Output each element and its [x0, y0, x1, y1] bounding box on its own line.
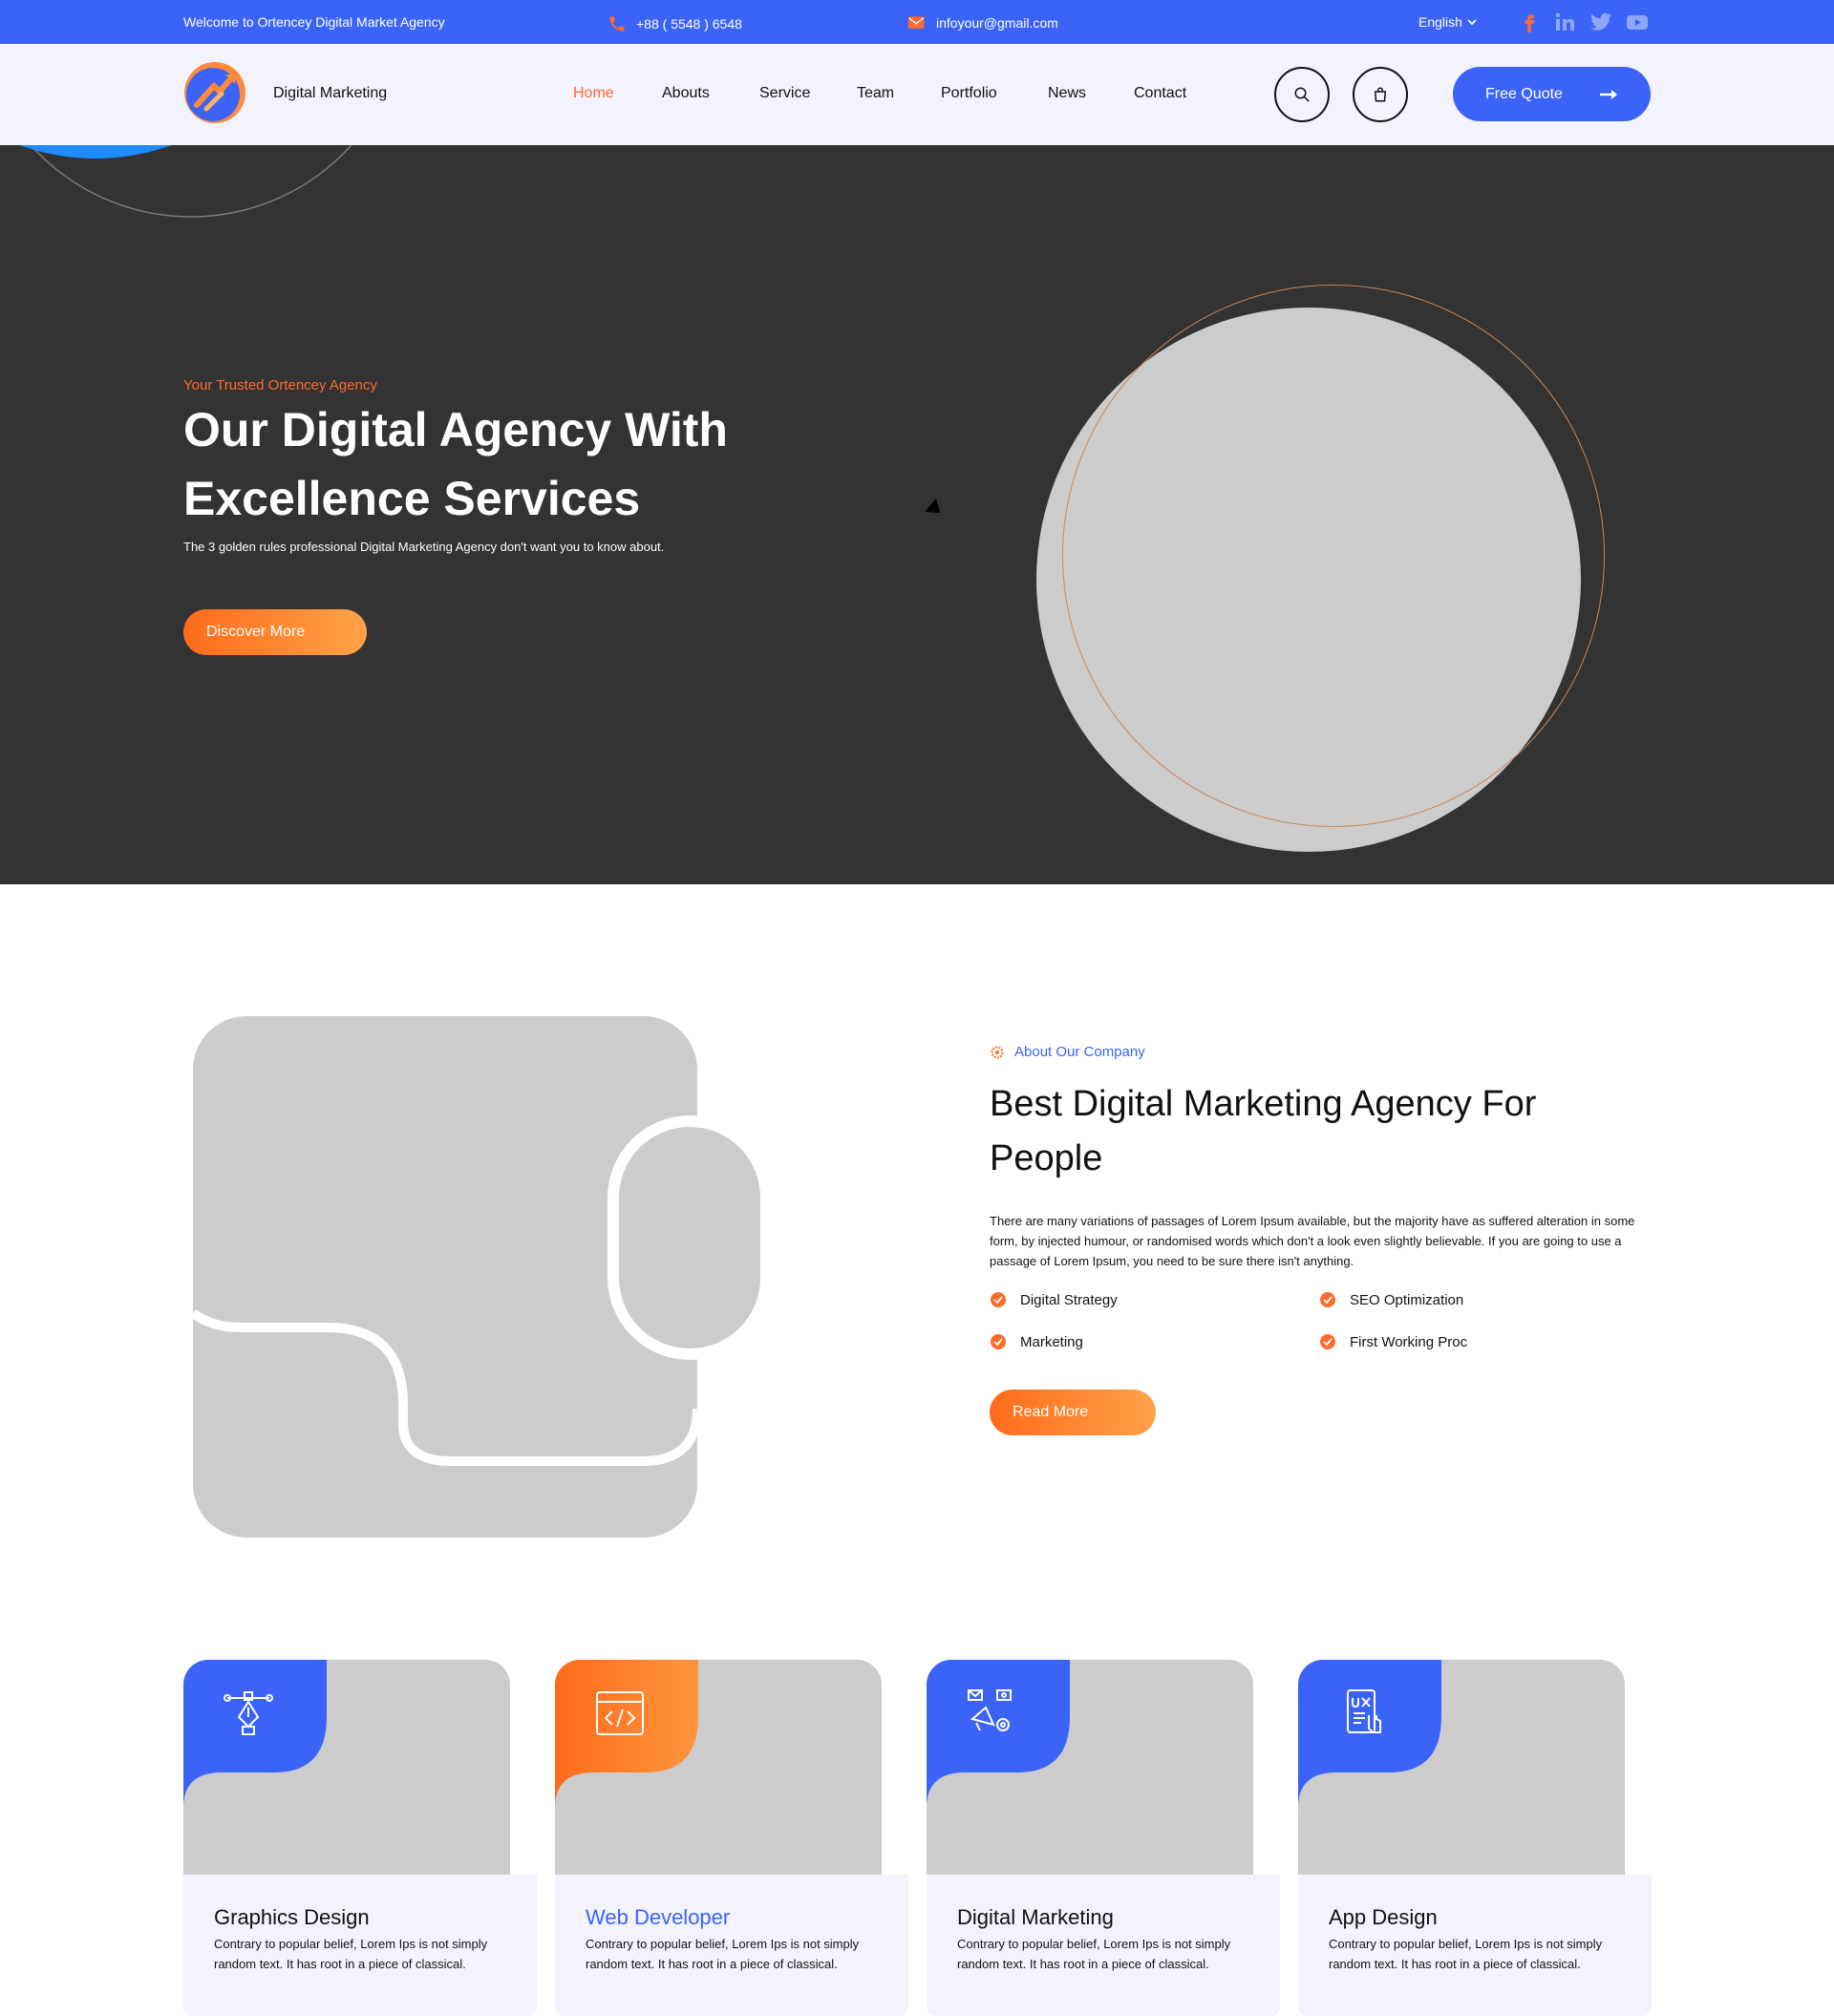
free-quote-button[interactable]: Free Quote — [1453, 67, 1651, 121]
pen-tool-icon — [224, 1691, 273, 1735]
check-circle-icon — [991, 1292, 1006, 1307]
youtube-icon[interactable] — [1626, 11, 1649, 33]
service-card[interactable]: Web Developer Contrary to popular belief… — [555, 1660, 908, 2016]
nav-contact[interactable]: Contact — [1134, 85, 1186, 102]
hero-title-line1: Our Digital Agency With — [183, 403, 728, 456]
feature-item: SEO Optimization — [1319, 1291, 1463, 1308]
service-title[interactable]: Web Developer — [586, 1905, 730, 1930]
twitter-icon[interactable] — [1589, 11, 1612, 33]
free-quote-label: Free Quote — [1485, 85, 1563, 102]
phone-icon — [609, 16, 625, 32]
about-subtitle: About Our Company — [990, 1044, 1145, 1060]
feature-item: First Working Proc — [1319, 1333, 1467, 1350]
facebook-icon[interactable] — [1519, 11, 1540, 33]
top-info-bar: Welcome to Ortencey Digital Market Agenc… — [0, 0, 1834, 44]
service-card[interactable]: Graphics Design Contrary to popular beli… — [183, 1660, 537, 2016]
social-links — [1519, 11, 1649, 33]
hero-title: Our Digital Agency With Excellence Servi… — [183, 395, 852, 533]
nav-team[interactable]: Team — [857, 85, 894, 102]
nav-home[interactable]: Home — [573, 85, 614, 102]
service-title[interactable]: Graphics Design — [214, 1905, 370, 1930]
shopping-bag-icon — [1374, 87, 1387, 102]
service-card-body: Digital Marketing Contrary to popular be… — [927, 1875, 1280, 2016]
service-description: Contrary to popular belief, Lorem Ips is… — [586, 1937, 860, 1971]
service-card-body: App Design Contrary to popular belief, L… — [1298, 1875, 1652, 2016]
nav-news[interactable]: News — [1048, 85, 1086, 102]
language-select[interactable]: English — [1418, 14, 1478, 30]
check-circle-icon — [1320, 1334, 1335, 1349]
arrow-right-icon — [1599, 89, 1617, 99]
service-title[interactable]: App Design — [1329, 1905, 1438, 1930]
service-image-placeholder — [183, 1660, 510, 1875]
service-description: Contrary to popular belief, Lorem Ips is… — [957, 1937, 1231, 1971]
service-image-placeholder — [1298, 1660, 1625, 1875]
linkedin-icon[interactable] — [1553, 11, 1576, 33]
code-window-icon — [596, 1691, 644, 1735]
feature-label: Digital Strategy — [1020, 1291, 1118, 1308]
hero-tagline: Your Trusted Ortencey Agency — [183, 377, 377, 393]
hero-decorative-ring — [1062, 285, 1605, 827]
nav-abouts[interactable]: Abouts — [662, 85, 710, 102]
service-card-body: Web Developer Contrary to popular belief… — [555, 1875, 908, 2016]
email-address: infoyour@gmail.com — [936, 15, 1058, 31]
discover-more-button[interactable]: Discover More — [183, 609, 367, 655]
hero-title-line2: Excellence Services — [183, 472, 641, 525]
service-card[interactable]: App Design Contrary to popular belief, L… — [1298, 1660, 1652, 2016]
language-label: English — [1418, 14, 1462, 30]
about-subtitle-text: About Our Company — [1014, 1044, 1145, 1060]
feature-label: Marketing — [1020, 1333, 1083, 1350]
brand-name: Digital Marketing — [273, 85, 388, 101]
service-description: Contrary to popular belief, Lorem Ips is… — [214, 1937, 488, 1971]
main-header: Digital Marketing Home Abouts Service Te… — [0, 44, 1834, 145]
nav-service[interactable]: Service — [759, 85, 810, 102]
feature-label: First Working Proc — [1350, 1333, 1468, 1350]
feature-label: SEO Optimization — [1350, 1291, 1464, 1308]
hero-description: The 3 golden rules professional Digital … — [183, 540, 665, 554]
cart-button[interactable] — [1353, 67, 1408, 122]
about-title: Best Digital Marketing Agency For People — [990, 1084, 1537, 1178]
megaphone-icon — [968, 1689, 1012, 1731]
service-description: Contrary to popular belief, Lorem Ips is… — [1329, 1937, 1603, 1971]
phone-contact[interactable]: +88 ( 5548 ) 6548 — [608, 14, 742, 33]
service-title[interactable]: Digital Marketing — [957, 1905, 1114, 1930]
phone-number: +88 ( 5548 ) 6548 — [636, 16, 742, 32]
check-circle-icon — [1320, 1292, 1335, 1307]
play-triangle-icon[interactable] — [923, 497, 942, 514]
service-card[interactable]: Digital Marketing Contrary to popular be… — [927, 1660, 1280, 2016]
envelope-icon — [907, 16, 925, 29]
service-image-placeholder — [927, 1660, 1253, 1875]
welcome-text: Welcome to Ortencey Digital Market Agenc… — [183, 14, 445, 30]
company-logo[interactable] — [183, 61, 246, 124]
email-contact[interactable]: infoyour@gmail.com — [907, 14, 1058, 32]
search-button[interactable] — [1274, 67, 1330, 122]
check-circle-icon — [991, 1334, 1006, 1349]
feature-item: Marketing — [990, 1333, 1083, 1350]
nav-portfolio[interactable]: Portfolio — [941, 85, 997, 102]
ux-phone-icon — [1347, 1689, 1381, 1733]
about-text: There are many variations of passages of… — [990, 1214, 1635, 1268]
service-card-body: Graphics Design Contrary to popular beli… — [183, 1875, 537, 2016]
search-icon — [1294, 87, 1310, 102]
decorative-blue-blob — [19, 145, 172, 159]
feature-item: Digital Strategy — [990, 1291, 1118, 1308]
hero-section: Your Trusted Ortencey Agency Our Digital… — [0, 145, 1834, 884]
chevron-down-icon — [1467, 19, 1477, 26]
read-more-button[interactable]: Read More — [990, 1390, 1156, 1435]
gear-icon — [991, 1046, 1004, 1058]
service-image-placeholder — [555, 1660, 882, 1875]
about-image-placeholder — [190, 1016, 772, 1538]
